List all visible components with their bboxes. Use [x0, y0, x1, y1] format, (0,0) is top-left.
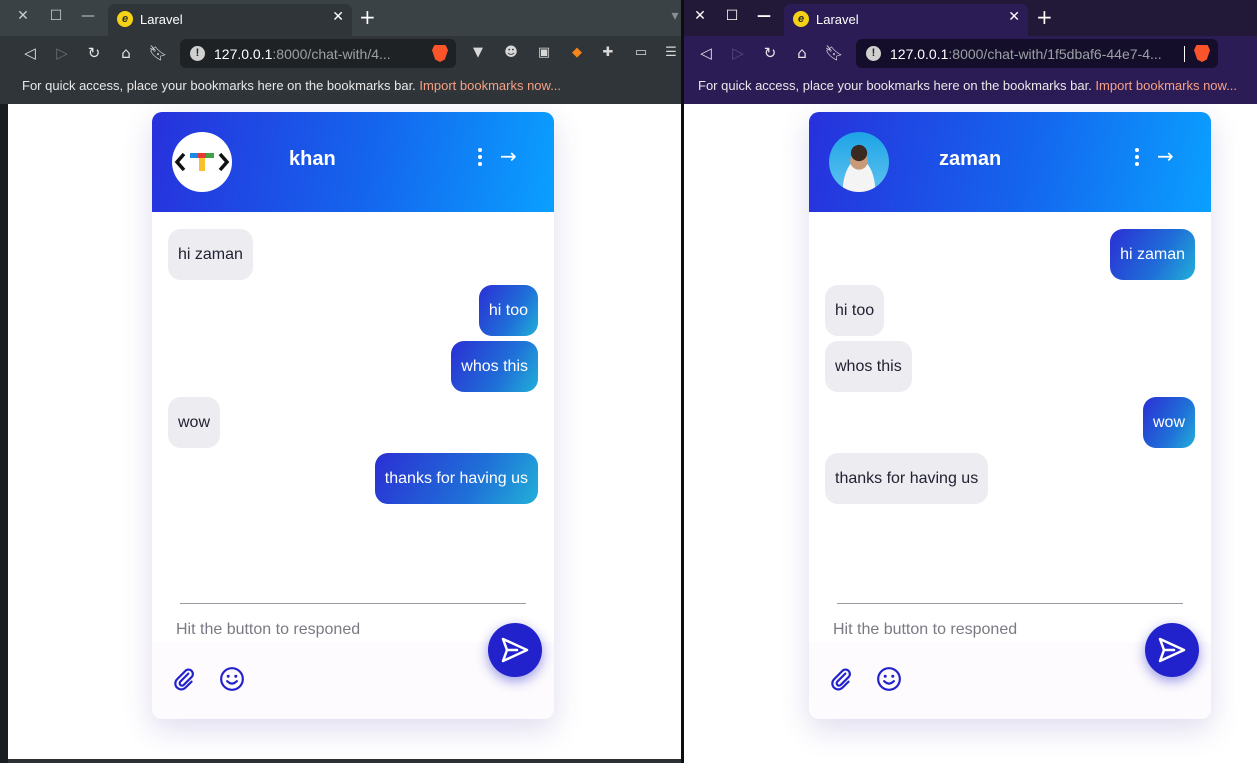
forward-icon[interactable]: ▷: [52, 43, 72, 63]
message-bubble-outgoing: hi zaman: [1110, 229, 1195, 280]
extensions-puzzle-icon[interactable]: ✚: [600, 45, 616, 61]
home-icon[interactable]: ⌂: [792, 43, 812, 63]
new-tab-button[interactable]: +: [1036, 5, 1053, 29]
message-bubble-incoming: hi too: [825, 285, 885, 336]
browser-toolbar: ◁ ▷ ↻ ⌂ 🔖︎ ! 127.0.0.1:8000/chat-with/4.…: [0, 36, 681, 70]
message-bubble-incoming: hi zaman: [168, 229, 253, 280]
send-button[interactable]: [488, 623, 542, 677]
page-content: khan → hi zaman hi too whos this wow tha…: [8, 104, 681, 759]
brave-shields-icon[interactable]: [1194, 45, 1210, 62]
browser-toolbar: ◁ ▷ ↻ ⌂ 🔖︎ ! 127.0.0.1:8000/chat-with/1f…: [684, 36, 1257, 70]
send-button[interactable]: [1145, 623, 1199, 677]
send-icon: [501, 637, 529, 663]
tab-close-icon[interactable]: ✕: [1008, 9, 1020, 25]
import-bookmarks-link[interactable]: Import bookmarks now...: [419, 78, 561, 93]
site-info-icon[interactable]: !: [866, 46, 881, 61]
arrow-right-icon[interactable]: →: [1157, 146, 1177, 166]
browser-window-right: ✕ ☐ — e Laravel ✕ + ◁ ▷ ↻ ⌂ 🔖︎ ! 127.0.0…: [684, 0, 1257, 763]
emoji-icon[interactable]: [876, 666, 902, 692]
address-bar[interactable]: ! 127.0.0.1:8000/chat-with/1f5dbaf6-44e7…: [856, 39, 1218, 68]
chat-card: khan → hi zaman hi too whos this wow tha…: [152, 112, 554, 719]
bookmark-icon[interactable]: 🔖︎: [824, 43, 844, 63]
send-icon: [1158, 637, 1186, 663]
input-underline: [837, 603, 1183, 604]
brave-shields-icon[interactable]: [432, 45, 448, 62]
compose-area: [152, 592, 554, 719]
message-bubble-incoming: whos this: [825, 341, 912, 392]
message-bubble-incoming: thanks for having us: [825, 453, 989, 504]
vpn-extension-icon[interactable]: ▼: [470, 45, 486, 61]
back-icon[interactable]: ◁: [20, 43, 40, 63]
contact-name: khan: [289, 148, 336, 170]
message-bubble-outgoing: wow: [1142, 397, 1195, 448]
maximize-window-icon[interactable]: ☐: [723, 7, 741, 25]
attachment-icon[interactable]: [171, 666, 197, 692]
input-underline: [180, 603, 526, 604]
maximize-window-icon[interactable]: ☐: [47, 7, 65, 25]
import-bookmarks-link[interactable]: Import bookmarks now...: [1095, 78, 1237, 93]
close-window-icon[interactable]: ✕: [14, 7, 32, 25]
contact-avatar[interactable]: [172, 132, 232, 192]
bookmark-icon[interactable]: 🔖︎: [148, 43, 168, 63]
more-options-icon[interactable]: [475, 146, 485, 168]
message-list: hi zaman hi too whos this wow thanks for…: [809, 212, 1211, 592]
bookmarks-bar: For quick access, place your bookmarks h…: [684, 70, 1257, 104]
arrow-right-icon[interactable]: →: [500, 146, 520, 166]
message-list: hi zaman hi too whos this wow thanks for…: [152, 212, 554, 592]
bookmarks-hint: For quick access, place your bookmarks h…: [22, 78, 416, 93]
home-icon[interactable]: ⌂: [116, 43, 136, 63]
bookmarks-hint: For quick access, place your bookmarks h…: [698, 78, 1092, 93]
compose-area: [809, 592, 1211, 719]
reload-icon[interactable]: ↻: [760, 43, 780, 63]
page-content: zaman → hi zaman hi too whos this wow th…: [684, 104, 1257, 763]
address-bar[interactable]: ! 127.0.0.1:8000/chat-with/4...: [180, 39, 456, 68]
contact-name: zaman: [939, 148, 1002, 170]
rewards-extension-icon[interactable]: ▣: [536, 45, 552, 61]
new-tab-button[interactable]: +: [359, 5, 376, 29]
minimize-window-icon[interactable]: —: [755, 7, 773, 25]
tab-close-icon[interactable]: ✕: [332, 9, 344, 25]
chat-header: khan →: [152, 112, 554, 212]
wallet-icon[interactable]: ▭: [633, 45, 649, 61]
more-options-icon[interactable]: [1132, 146, 1142, 168]
metamask-extension-icon[interactable]: ◆: [569, 45, 585, 61]
face-extension-icon[interactable]: ☻: [503, 45, 519, 61]
contact-avatar[interactable]: [829, 132, 889, 192]
forward-icon[interactable]: ▷: [728, 43, 748, 63]
attachment-icon[interactable]: [828, 666, 854, 692]
message-bubble-outgoing: whos this: [451, 341, 538, 392]
menu-icon[interactable]: ☰: [663, 45, 679, 61]
back-icon[interactable]: ◁: [696, 43, 716, 63]
sidebar-strip: [0, 104, 8, 763]
logo-icon: [174, 152, 230, 172]
emoji-icon[interactable]: [219, 666, 245, 692]
site-info-icon[interactable]: !: [190, 46, 205, 61]
message-bubble-outgoing: hi too: [478, 285, 538, 336]
chat-header: zaman →: [809, 112, 1211, 212]
url-text: 127.0.0.1:8000/chat-with/4...: [214, 46, 391, 62]
close-window-icon[interactable]: ✕: [691, 7, 709, 25]
tab-laravel[interactable]: e Laravel ✕: [784, 4, 1028, 36]
url-text: 127.0.0.1:8000/chat-with/1f5dbaf6-44e7-4…: [890, 46, 1162, 62]
url-separator: [1184, 46, 1185, 62]
tab-title: Laravel: [140, 12, 183, 27]
tab-strip: ✕ ☐ — e Laravel ✕ +: [684, 0, 1257, 36]
minimize-window-icon[interactable]: —: [79, 7, 97, 25]
chat-card: zaman → hi zaman hi too whos this wow th…: [809, 112, 1211, 719]
tab-search-icon[interactable]: ▾: [666, 7, 681, 25]
tab-laravel[interactable]: e Laravel ✕: [108, 4, 352, 36]
message-bubble-incoming: wow: [168, 397, 221, 448]
bookmarks-bar: For quick access, place your bookmarks h…: [0, 70, 681, 104]
tab-strip: ✕ ☐ — e Laravel ✕ + ▾: [0, 0, 681, 36]
reload-icon[interactable]: ↻: [84, 43, 104, 63]
message-bubble-outgoing: thanks for having us: [374, 453, 538, 504]
laravel-favicon-icon: e: [793, 11, 809, 27]
message-input[interactable]: [833, 618, 1133, 642]
tab-title: Laravel: [816, 12, 859, 27]
browser-window-left: ✕ ☐ — e Laravel ✕ + ▾ ◁ ▷ ↻ ⌂ 🔖︎ ! 127.0…: [0, 0, 681, 763]
message-input[interactable]: [176, 618, 476, 642]
laravel-favicon-icon: e: [117, 11, 133, 27]
